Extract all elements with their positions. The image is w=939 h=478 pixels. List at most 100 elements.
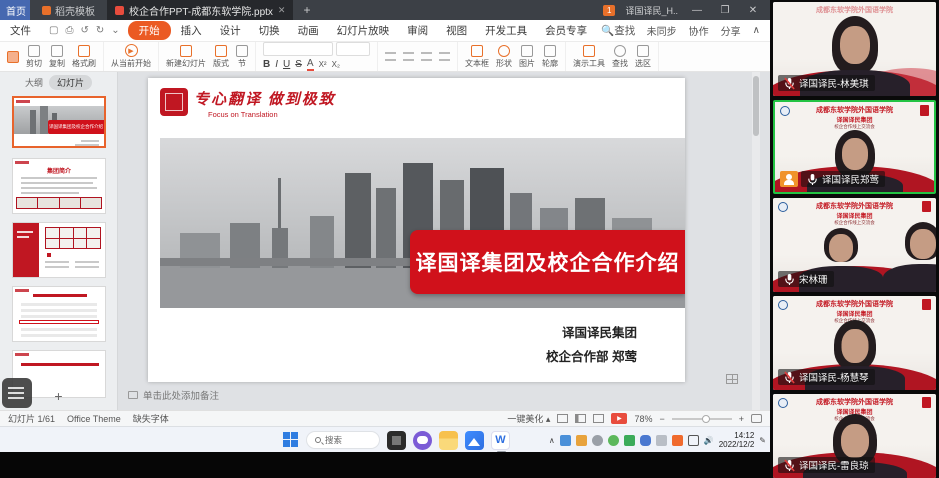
tray-expand-icon[interactable]: ∧ <box>549 436 555 445</box>
strikethrough-button[interactable]: S <box>295 59 302 70</box>
slideshow-play-button[interactable]: ▶ <box>611 413 627 424</box>
tab-docer[interactable]: 稻壳模板 <box>30 0 107 20</box>
normal-view-icon[interactable] <box>557 414 568 423</box>
format-painter-button[interactable]: 格式刷 <box>72 45 96 69</box>
fit-window-icon[interactable] <box>751 414 762 423</box>
tab-membership[interactable]: 会员专享 <box>537 21 595 40</box>
participant-tile-1[interactable]: 成都东软学院外国语学院 译国译民-林美琪 <box>773 2 936 96</box>
current-slide[interactable]: 专心翻译 做到极致 Focus on Translation <box>148 78 685 382</box>
align-center-icon[interactable] <box>403 52 414 61</box>
sync-status[interactable]: 未同步 <box>647 23 677 38</box>
align-left-icon[interactable] <box>385 52 396 61</box>
pen-workspace-icon[interactable]: ✎ <box>759 436 766 445</box>
undo-icon[interactable]: ↺ <box>80 25 88 36</box>
layout-button[interactable]: 版式 <box>213 45 229 69</box>
slide-sorter-icon[interactable] <box>575 414 586 423</box>
tray-icon-1[interactable] <box>560 435 571 446</box>
taskview-app-icon[interactable] <box>387 431 406 450</box>
tab-start[interactable]: 开始 <box>128 21 171 40</box>
theme-indicator[interactable]: Office Theme <box>67 414 121 424</box>
chat-app-icon[interactable] <box>413 431 432 450</box>
section-button[interactable]: 节 <box>236 45 248 69</box>
usb-device-icon[interactable] <box>656 435 667 446</box>
selection-pane-button[interactable]: 选区 <box>635 45 651 69</box>
participant-tile-4[interactable]: 成都东软学院外国语学院 译国译民集团 校企合作线上交流会 译国译民-杨慧琴 <box>773 296 936 390</box>
present-tools-button[interactable]: 演示工具 <box>573 45 605 69</box>
play-from-current-button[interactable]: ▶从当前开始 <box>111 44 151 69</box>
canvas-scrollbar-thumb[interactable] <box>753 76 759 136</box>
microphone-tray-icon[interactable] <box>640 435 651 446</box>
justify-icon[interactable] <box>439 52 450 61</box>
tab-close-icon[interactable]: ✕ <box>278 5 286 16</box>
underline-button[interactable]: U <box>283 59 290 70</box>
zoom-slider[interactable] <box>672 418 732 420</box>
share-button[interactable]: 分享 <box>721 23 741 38</box>
outline-button[interactable]: 轮廓 <box>542 45 558 69</box>
slide-thumbnail-2[interactable]: 集团简介 <box>12 158 106 214</box>
canvas-scrollbar[interactable] <box>752 72 760 410</box>
meeting-tray-icon[interactable] <box>672 435 683 446</box>
beautify-button[interactable]: 一键美化 ▴ <box>507 412 550 425</box>
slide-thumbnail-1[interactable]: 译国译集团及校企合作介绍 <box>12 96 106 148</box>
font-size-combobox[interactable] <box>336 42 370 56</box>
align-right-icon[interactable] <box>421 52 432 61</box>
participant-tile-2[interactable]: 成都东软学院外国语学院 译国译民集团 校企合作线上交流会 译国译民郑莺 <box>773 100 936 194</box>
slide-thumbnail-3[interactable] <box>12 222 106 278</box>
grid-view-icon[interactable] <box>726 374 738 384</box>
find-button[interactable]: 🔍查找 <box>601 23 635 38</box>
display-icon[interactable] <box>688 435 699 446</box>
picture-button[interactable]: 图片 <box>519 45 535 69</box>
zoom-in-button[interactable]: + <box>739 414 744 424</box>
redo-icon[interactable]: ↻ <box>96 25 104 36</box>
zoom-out-button[interactable]: − <box>659 414 664 424</box>
tab-slideshow[interactable]: 幻灯片放映 <box>329 21 398 40</box>
cut-button[interactable]: 剪切 <box>26 45 42 69</box>
customize-toolbar-icon[interactable]: ⌄ <box>111 25 119 36</box>
tray-icon-3[interactable] <box>592 435 603 446</box>
tab-view[interactable]: 视图 <box>438 21 475 40</box>
taskbar-clock[interactable]: 14:12 2022/12/2 <box>719 431 755 449</box>
collapse-ribbon-icon[interactable]: ∧ <box>753 25 760 36</box>
file-menu[interactable]: 文件 <box>0 23 41 38</box>
new-tab-button[interactable]: + <box>293 0 320 20</box>
find-replace-button[interactable]: 查找 <box>612 45 628 69</box>
missing-font-indicator[interactable]: 缺失字体 <box>133 412 169 425</box>
paste-button[interactable] <box>7 51 19 63</box>
tab-home[interactable]: 首页 <box>0 0 30 20</box>
tab-review[interactable]: 审阅 <box>399 21 436 40</box>
close-button[interactable]: ✕ <box>744 5 762 16</box>
collaborate-button[interactable]: 协作 <box>689 23 709 38</box>
tab-insert[interactable]: 插入 <box>173 21 210 40</box>
font-color-button[interactable]: A <box>307 58 314 71</box>
volume-icon[interactable]: 🔊 <box>704 436 714 445</box>
minimize-button[interactable]: — <box>688 5 706 16</box>
shapes-button[interactable]: 形状 <box>496 45 512 69</box>
notification-badge[interactable]: 1 <box>603 5 615 16</box>
print-icon[interactable]: ⎙ <box>65 25 73 36</box>
font-name-combobox[interactable] <box>263 42 333 56</box>
italic-button[interactable]: I <box>275 59 278 70</box>
wps-app-icon[interactable]: W <box>491 431 510 450</box>
new-slide-button[interactable]: 新建幻灯片 <box>166 45 206 69</box>
save-icon[interactable]: ▢ <box>49 25 58 36</box>
outline-tab[interactable]: 大纲 <box>25 76 43 89</box>
bold-button[interactable]: B <box>263 59 270 70</box>
participant-tile-5[interactable]: 成都东软学院外国语学院 译国译民集团 校企合作线上交流会 译国译民-雷良琼 <box>773 394 936 478</box>
tab-transition[interactable]: 切换 <box>251 21 288 40</box>
tab-animation[interactable]: 动画 <box>290 21 327 40</box>
zoom-slider-knob[interactable] <box>702 415 710 423</box>
quick-widget-button[interactable] <box>2 378 32 408</box>
notes-placeholder[interactable]: 单击此处添加备注 <box>128 388 219 402</box>
slide-title-banner[interactable]: 译国译集团及校企合作介绍 <box>410 230 685 294</box>
file-explorer-icon[interactable] <box>439 431 458 450</box>
reading-view-icon[interactable] <box>593 414 604 423</box>
textbox-button[interactable]: 文本框 <box>465 45 489 69</box>
account-name[interactable]: 译国译民_H.. <box>625 4 678 17</box>
copy-button[interactable]: 复制 <box>49 45 65 69</box>
participant-tile-3[interactable]: 成都东软学院外国语学院 译国译民集团 校企合作线上交流会 <box>773 198 936 292</box>
meeting-app-icon[interactable] <box>465 431 484 450</box>
tab-design[interactable]: 设计 <box>212 21 249 40</box>
slide-thumbnail-4[interactable] <box>12 286 106 342</box>
zoom-level[interactable]: 78% <box>634 414 652 424</box>
tray-icon-2[interactable] <box>576 435 587 446</box>
